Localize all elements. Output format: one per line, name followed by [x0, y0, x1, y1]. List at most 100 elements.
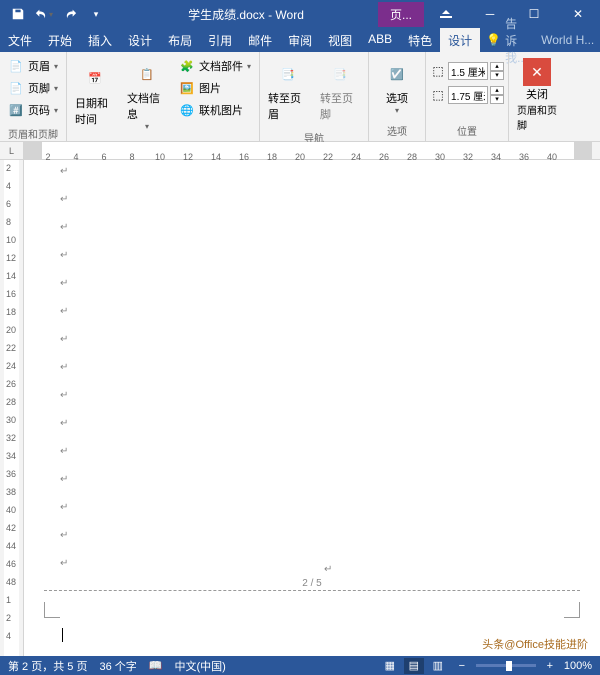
ruler-v-tick: 22: [6, 343, 16, 353]
status-page[interactable]: 第 2 页，共 5 页: [8, 658, 87, 674]
ruler-v-tick: 28: [6, 397, 16, 407]
paragraph-mark: ↵: [60, 474, 68, 485]
status-wordcount[interactable]: 36 个字: [99, 658, 136, 674]
goto-footer-button[interactable]: 📑转至页脚: [316, 56, 364, 124]
redo-button[interactable]: [58, 2, 82, 26]
zoom-slider[interactable]: [476, 664, 536, 667]
ruler-v-tick: 48: [6, 577, 16, 587]
tab-home[interactable]: 开始: [40, 28, 80, 52]
ruler-v-tick: 40: [6, 505, 16, 515]
page-number-icon: #️⃣: [8, 102, 24, 118]
spin-up-button[interactable]: ▴: [490, 86, 504, 95]
group-header-footer: 📄页眉▾ 📄页脚▾ #️⃣页码▾ 页眉和页脚: [0, 52, 67, 141]
tab-review[interactable]: 审阅: [280, 28, 320, 52]
paragraph-mark: ↵: [60, 390, 68, 401]
tab-layout[interactable]: 布局: [160, 28, 200, 52]
horizontal-ruler[interactable]: L 2468101214161820222426283032343640: [0, 142, 600, 160]
paragraph-mark: ↵: [60, 166, 68, 177]
tell-me-search[interactable]: 💡告诉我...: [480, 28, 533, 52]
zoom-out-button[interactable]: −: [452, 658, 472, 674]
ribbon-options-button[interactable]: [424, 0, 468, 28]
status-language[interactable]: 中文(中国): [174, 658, 225, 674]
paragraph-mark: ↵: [60, 194, 68, 205]
group-insert: 📅日期和时间 📋文档信息▾ 🧩文档部件▾ 🖼️图片 🌐联机图片 插入: [67, 52, 260, 141]
tab-header-footer-design[interactable]: 设计: [440, 28, 480, 52]
page-corner-br: [564, 602, 580, 618]
goto-footer-icon: 📑: [324, 58, 356, 90]
tab-insert[interactable]: 插入: [80, 28, 120, 52]
docinfo-icon: 📋: [131, 58, 163, 90]
ruler-v-tick: 4: [6, 631, 11, 641]
tab-abbyy[interactable]: ABB: [360, 28, 400, 52]
spin-down-button[interactable]: ▾: [490, 95, 504, 104]
picture-button[interactable]: 🖼️图片: [175, 78, 255, 98]
online-picture-button[interactable]: 🌐联机图片: [175, 100, 255, 120]
save-button[interactable]: [6, 2, 30, 26]
options-button[interactable]: ☑️选项▾: [373, 56, 421, 117]
footer-icon: 📄: [8, 80, 24, 96]
paragraph-mark: ↵: [60, 278, 68, 289]
view-web-button[interactable]: ▥: [428, 658, 448, 674]
tab-special[interactable]: 特色: [400, 28, 440, 52]
page-number-button[interactable]: #️⃣页码▾: [4, 100, 62, 120]
ruler-v-tick: 30: [6, 415, 16, 425]
spin-down-button[interactable]: ▾: [490, 71, 504, 80]
group-position: ⬚ ▴▾ ⬚ ▴▾ 位置: [426, 52, 509, 141]
undo-button[interactable]: ▾: [32, 2, 56, 26]
calendar-icon: 📅: [79, 63, 111, 95]
tab-design[interactable]: 设计: [120, 28, 160, 52]
status-proofing[interactable]: 📖: [149, 659, 163, 672]
ruler-h-scale: 2468101214161820222426283032343640: [24, 142, 592, 159]
zoom-level[interactable]: 100%: [564, 660, 592, 672]
zoom-in-button[interactable]: +: [540, 658, 560, 674]
ribbon: 📄页眉▾ 📄页脚▾ #️⃣页码▾ 页眉和页脚 📅日期和时间 📋文档信息▾ 🧩文档…: [0, 52, 600, 142]
tab-mailings[interactable]: 邮件: [240, 28, 280, 52]
margin-top-icon: ⬚: [430, 63, 446, 79]
paragraph-mark: ↵: [60, 222, 68, 233]
ruler-v-tick: 44: [6, 541, 16, 551]
ruler-v-tick: 1: [6, 595, 11, 605]
ruler-v-tick: 20: [6, 325, 16, 335]
close-button[interactable]: ✕: [556, 0, 600, 28]
context-tab-header-footer: 页...: [378, 2, 424, 27]
ruler-v-tick: 32: [6, 433, 16, 443]
spin-up-button[interactable]: ▴: [490, 62, 504, 71]
footer-page-number: 2 / 5: [302, 578, 321, 589]
ruler-v-tick: 12: [6, 253, 16, 263]
paragraph-mark: ↵: [60, 530, 68, 541]
picture-icon: 🖼️: [179, 80, 195, 96]
goto-header-button[interactable]: 📑转至页眉: [264, 56, 312, 124]
footer-bottom-input[interactable]: [448, 86, 488, 104]
group-close: ✕ 关闭 页眉和页脚 关闭: [509, 52, 565, 141]
document-page[interactable]: 2 / 5 ↵↵↵↵↵↵↵↵↵↵↵↵↵↵↵↵: [24, 160, 600, 656]
paragraph-mark: ↵: [60, 362, 68, 373]
tab-view[interactable]: 视图: [320, 28, 360, 52]
account-label[interactable]: World H...: [533, 29, 600, 51]
group-options: ☑️选项▾ 选项: [369, 52, 426, 141]
watermark: 头条@Office技能进阶: [478, 635, 592, 653]
header-top-input[interactable]: [448, 62, 488, 80]
header-button[interactable]: 📄页眉▾: [4, 56, 62, 76]
vertical-ruler[interactable]: 2468101214161820222426283032343638404244…: [0, 160, 24, 656]
qat-customize[interactable]: ▾: [84, 2, 108, 26]
ruler-v-tick: 36: [6, 469, 16, 479]
workspace: 2468101214161820222426283032343638404244…: [0, 160, 600, 656]
lightbulb-icon: 💡: [486, 33, 501, 47]
tab-references[interactable]: 引用: [200, 28, 240, 52]
tab-file[interactable]: 文件: [0, 28, 40, 52]
docparts-icon: 🧩: [179, 58, 195, 74]
view-read-button[interactable]: ▦: [380, 658, 400, 674]
ruler-v-tick: 38: [6, 487, 16, 497]
text-cursor: [62, 628, 63, 642]
ruler-v-tick: 18: [6, 307, 16, 317]
footer-button[interactable]: 📄页脚▾: [4, 78, 62, 98]
quick-access-toolbar: ▾ ▾: [0, 2, 114, 26]
docinfo-button[interactable]: 📋文档信息▾: [123, 56, 171, 133]
close-header-footer-button[interactable]: ✕ 关闭 页眉和页脚: [513, 56, 561, 134]
view-print-button[interactable]: ▤: [404, 658, 424, 674]
docparts-button[interactable]: 🧩文档部件▾: [175, 56, 255, 76]
paragraph-mark: ↵: [60, 502, 68, 513]
header-from-top: ⬚ ▴▾: [430, 62, 504, 80]
datetime-button[interactable]: 📅日期和时间: [71, 56, 119, 133]
paragraph-mark: ↵: [60, 334, 68, 345]
